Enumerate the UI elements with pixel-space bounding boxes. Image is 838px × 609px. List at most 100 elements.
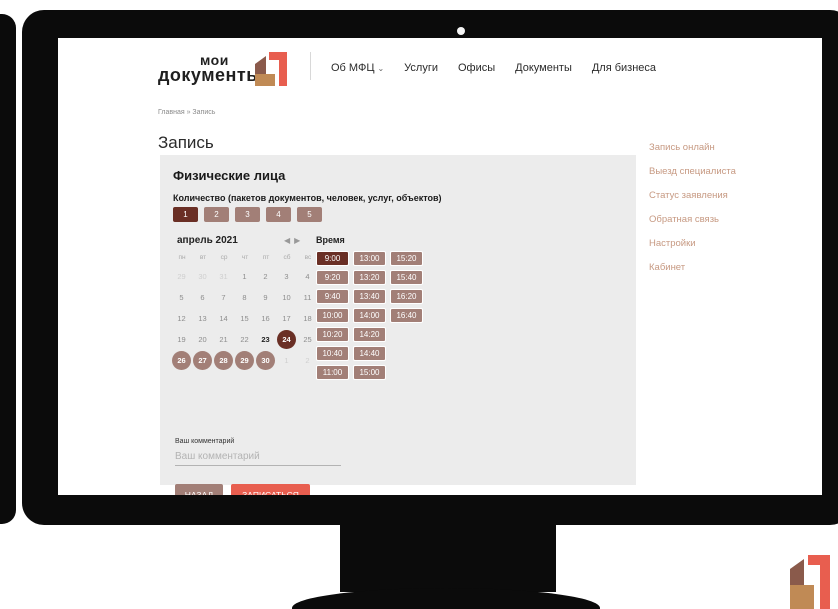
calendar-day: 2 <box>305 356 310 365</box>
nav-item-about-label: Об МФЦ <box>331 62 375 74</box>
time-slot[interactable]: 10:20 <box>316 327 349 342</box>
calendar-day[interactable]: 12 <box>172 309 191 328</box>
chevron-left-icon[interactable]: ◀ <box>284 236 294 245</box>
site-logo[interactable]: мои документы <box>158 52 288 88</box>
browser-screen: мои документы Об МФЦ ⌄ Услуги Офисы Докум… <box>58 38 822 495</box>
calendar-day[interactable]: 25 <box>298 330 317 349</box>
side-menu-item-specialist[interactable]: Выезд специалиста <box>649 166 736 190</box>
calendar-day[interactable]: 11 <box>298 288 317 307</box>
time-slot[interactable]: 9:20 <box>316 270 349 285</box>
calendar-day[interactable]: 18 <box>298 309 317 328</box>
time-slot[interactable]: 10:40 <box>316 346 349 361</box>
time-slot[interactable]: 13:40 <box>353 289 386 304</box>
calendar-day[interactable]: 28 <box>214 351 233 370</box>
calendar-day: 1 <box>284 356 289 365</box>
calendar-nav: ◀▶ <box>284 236 304 245</box>
booking-form: Физические лица Количество (пакетов доку… <box>160 155 636 495</box>
chevron-right-icon[interactable]: ▶ <box>294 236 304 245</box>
calendar-day[interactable]: 29 <box>235 351 254 370</box>
weekday-label: вт <box>199 254 207 261</box>
time-slot[interactable]: 9:40 <box>316 289 349 304</box>
quantity-option[interactable]: 2 <box>204 207 229 222</box>
quantity-label: Количество (пакетов документов, человек,… <box>173 193 442 203</box>
calendar-day[interactable]: 23 <box>256 330 275 349</box>
side-menu-item-status[interactable]: Статус заявления <box>649 190 736 214</box>
calendar-day: 31 <box>219 272 228 281</box>
weekday-label: вс <box>304 254 312 261</box>
calendar-day: 29 <box>177 272 186 281</box>
comment-input[interactable] <box>175 448 341 466</box>
brand-mark-icon <box>790 555 830 609</box>
time-slot[interactable]: 16:40 <box>390 308 423 323</box>
time-label: Время <box>316 235 345 245</box>
nav-item-services[interactable]: Услуги <box>404 62 438 74</box>
quantity-option[interactable]: 3 <box>235 207 260 222</box>
calendar-day[interactable]: 4 <box>298 267 317 286</box>
submit-button[interactable]: ЗАПИСАТЬСЯ <box>231 484 310 495</box>
calendar-day[interactable]: 6 <box>193 288 212 307</box>
calendar-day[interactable]: 9 <box>256 288 275 307</box>
calendar-day[interactable]: 20 <box>193 330 212 349</box>
nav-item-business[interactable]: Для бизнеса <box>592 62 656 74</box>
calendar-day[interactable]: 22 <box>235 330 254 349</box>
quantity-option[interactable]: 4 <box>266 207 291 222</box>
calendar-day[interactable]: 19 <box>172 330 191 349</box>
time-slot[interactable]: 9:00 <box>316 251 349 266</box>
logo-sign-icon <box>255 52 287 86</box>
time-slot[interactable]: 14:20 <box>353 327 386 342</box>
side-menu-item-settings[interactable]: Настройки <box>649 238 736 262</box>
calendar-day[interactable]: 8 <box>235 288 254 307</box>
calendar-day[interactable]: 24 <box>277 330 296 349</box>
calendar-month: апрель 2021 <box>177 235 238 246</box>
side-menu: Запись онлайн Выезд специалиста Статус з… <box>649 142 736 286</box>
time-slot[interactable]: 15:00 <box>353 365 386 380</box>
calendar-day[interactable]: 26 <box>172 351 191 370</box>
calendar-day: 30 <box>198 272 207 281</box>
chevron-down-icon: ⌄ <box>377 64 385 73</box>
time-slot[interactable]: 10:00 <box>316 308 349 323</box>
calendar-day[interactable]: 27 <box>193 351 212 370</box>
time-slot[interactable]: 13:00 <box>353 251 386 266</box>
main-nav: Об МФЦ ⌄ Услуги Офисы Документы Для бизне… <box>331 62 656 74</box>
side-menu-item-feedback[interactable]: Обратная связь <box>649 214 736 238</box>
calendar-day[interactable]: 1 <box>235 267 254 286</box>
calendar-day[interactable]: 17 <box>277 309 296 328</box>
calendar-day[interactable]: 2 <box>256 267 275 286</box>
calendar-day[interactable]: 3 <box>277 267 296 286</box>
back-button[interactable]: НАЗАД <box>175 484 223 495</box>
quantity-selector: 12345 <box>173 207 322 222</box>
weekday-label: сб <box>283 254 291 261</box>
weekday-label: пн <box>178 254 186 261</box>
side-menu-item-cabinet[interactable]: Кабинет <box>649 262 736 286</box>
calendar-day[interactable]: 14 <box>214 309 233 328</box>
weekday-label: пт <box>262 254 270 261</box>
time-slot[interactable]: 15:40 <box>390 270 423 285</box>
time-slot[interactable]: 13:20 <box>353 270 386 285</box>
logo-text-bottom: документы <box>158 65 263 85</box>
calendar-day[interactable]: 21 <box>214 330 233 349</box>
camera-dot <box>457 27 465 35</box>
time-slot[interactable]: 14:00 <box>353 308 386 323</box>
weekday-label: ср <box>220 254 228 261</box>
quantity-option[interactable]: 5 <box>297 207 322 222</box>
nav-item-about[interactable]: Об МФЦ ⌄ <box>331 62 384 74</box>
side-menu-item-online[interactable]: Запись онлайн <box>649 142 736 166</box>
adjacent-monitor-bezel <box>0 14 16 524</box>
calendar-day[interactable]: 5 <box>172 288 191 307</box>
time-slot[interactable]: 11:00 <box>316 365 349 380</box>
weekday-label: чт <box>241 254 249 261</box>
time-slot[interactable]: 16:20 <box>390 289 423 304</box>
nav-item-offices[interactable]: Офисы <box>458 62 495 74</box>
calendar-day[interactable]: 15 <box>235 309 254 328</box>
breadcrumb[interactable]: Главная » Запись <box>158 109 215 116</box>
calendar-day[interactable]: 16 <box>256 309 275 328</box>
time-slot[interactable]: 14:40 <box>353 346 386 361</box>
calendar-day[interactable]: 7 <box>214 288 233 307</box>
nav-item-documents[interactable]: Документы <box>515 62 572 74</box>
quantity-option[interactable]: 1 <box>173 207 198 222</box>
calendar-day[interactable]: 30 <box>256 351 275 370</box>
form-title: Физические лица <box>173 168 286 183</box>
calendar-day[interactable]: 13 <box>193 309 212 328</box>
calendar-day[interactable]: 10 <box>277 288 296 307</box>
time-slot[interactable]: 15:20 <box>390 251 423 266</box>
